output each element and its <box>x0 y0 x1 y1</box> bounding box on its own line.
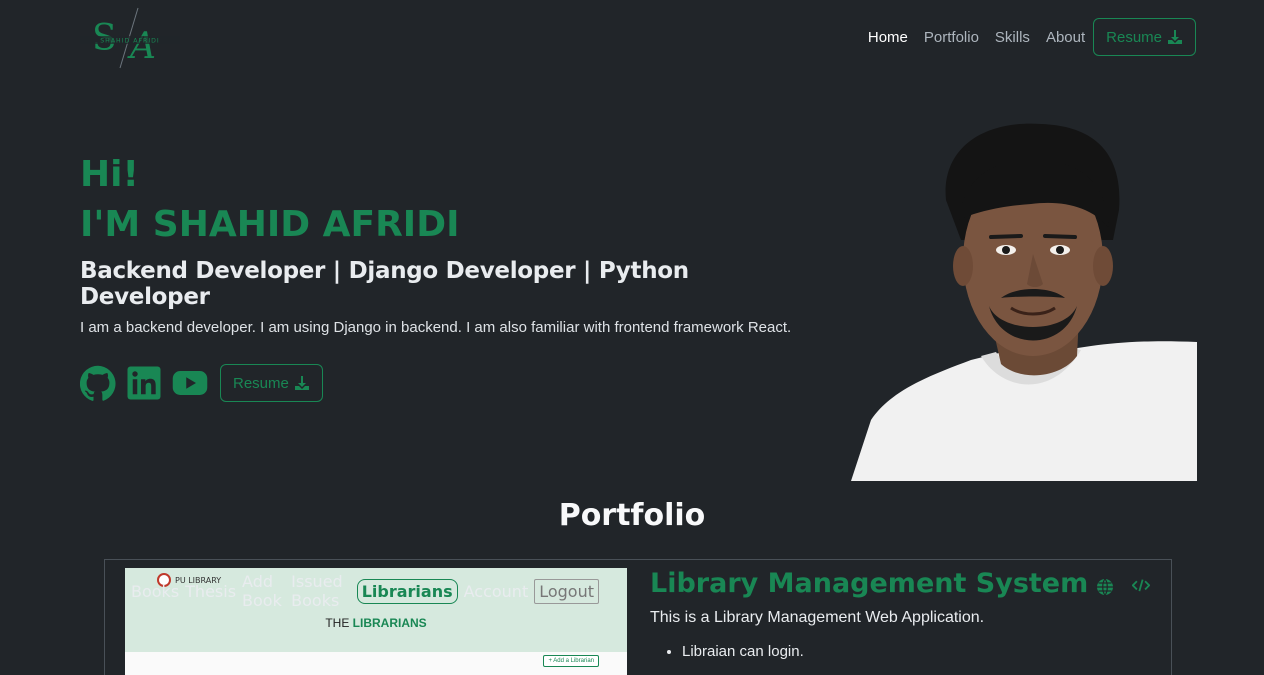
shot-link: Thesis <box>185 581 237 601</box>
hero-greeting: Hi! <box>80 154 139 195</box>
project-links <box>1078 578 1151 596</box>
download-icon <box>294 376 309 390</box>
shot-link: Account <box>463 581 529 601</box>
project-feature: Libraian can login. <box>682 643 1150 660</box>
social-links: Resume <box>79 364 820 402</box>
github-icon[interactable] <box>79 365 116 401</box>
project-body: Library Management System This is a Libr… <box>650 568 1151 660</box>
portfolio-heading: Portfolio <box>558 498 706 533</box>
shot-link: Add Book <box>242 572 282 610</box>
profile-photo-illustration <box>851 123 1197 481</box>
shot-add-button: + Add a Librarian <box>543 655 599 667</box>
code-icon[interactable] <box>1131 578 1151 596</box>
project-title: Library Management System <box>650 568 1089 599</box>
shot-nav: Books Thesis Add Book Issued Books Libra… <box>125 572 599 610</box>
nav-home[interactable]: Home <box>868 29 908 46</box>
download-icon <box>1168 30 1182 44</box>
profile-photo <box>851 120 1197 481</box>
hero-bio: I am a backend developer. I am using Dja… <box>80 319 792 336</box>
hero-section: Hi! I'M SHAHID AFRIDI Backend Developer … <box>79 152 820 402</box>
nav-resume-label: Resume <box>1106 28 1162 46</box>
hero-resume-label: Resume <box>233 374 289 392</box>
globe-icon[interactable] <box>1096 578 1114 596</box>
youtube-icon[interactable] <box>172 365 208 401</box>
nav-skills[interactable]: Skills <box>995 29 1030 46</box>
shot-link: Books <box>131 581 180 601</box>
project-features: Libraian can login. <box>682 643 1150 660</box>
logo-mark: S A SHAHID AFRIDI <box>80 7 180 69</box>
shot-heading: THE LIBRARIANS <box>125 616 627 630</box>
shot-heading-accent: LIBRARIANS <box>352 616 427 630</box>
project-card: PU LIBRARY Books Thesis Add Book Issued … <box>104 559 1172 675</box>
hero-resume-button[interactable]: Resume <box>220 364 323 402</box>
shot-link: Issued Books <box>291 572 343 610</box>
nav-about[interactable]: About <box>1046 29 1085 46</box>
logo-initial-a: A <box>127 26 156 67</box>
shot-link-active: Librarians <box>356 578 458 604</box>
nav-resume-button[interactable]: Resume <box>1093 18 1196 56</box>
linkedin-icon[interactable] <box>126 365 162 401</box>
main-nav: Home Portfolio Skills About Resume <box>852 18 1196 56</box>
shot-logout: Logout <box>534 578 599 604</box>
hero-name: I'M SHAHID AFRIDI <box>80 204 460 245</box>
project-screenshot: PU LIBRARY Books Thesis Add Book Issued … <box>125 568 627 675</box>
nav-portfolio[interactable]: Portfolio <box>924 29 979 46</box>
project-description: This is a Library Management Web Applica… <box>650 609 985 626</box>
hero-roles: Backend Developer | Django Developer | P… <box>80 258 689 310</box>
site-logo[interactable]: S A SHAHID AFRIDI <box>80 6 180 70</box>
logo-text: SHAHID AFRIDI <box>100 38 160 45</box>
shot-heading-plain: THE <box>325 616 350 630</box>
